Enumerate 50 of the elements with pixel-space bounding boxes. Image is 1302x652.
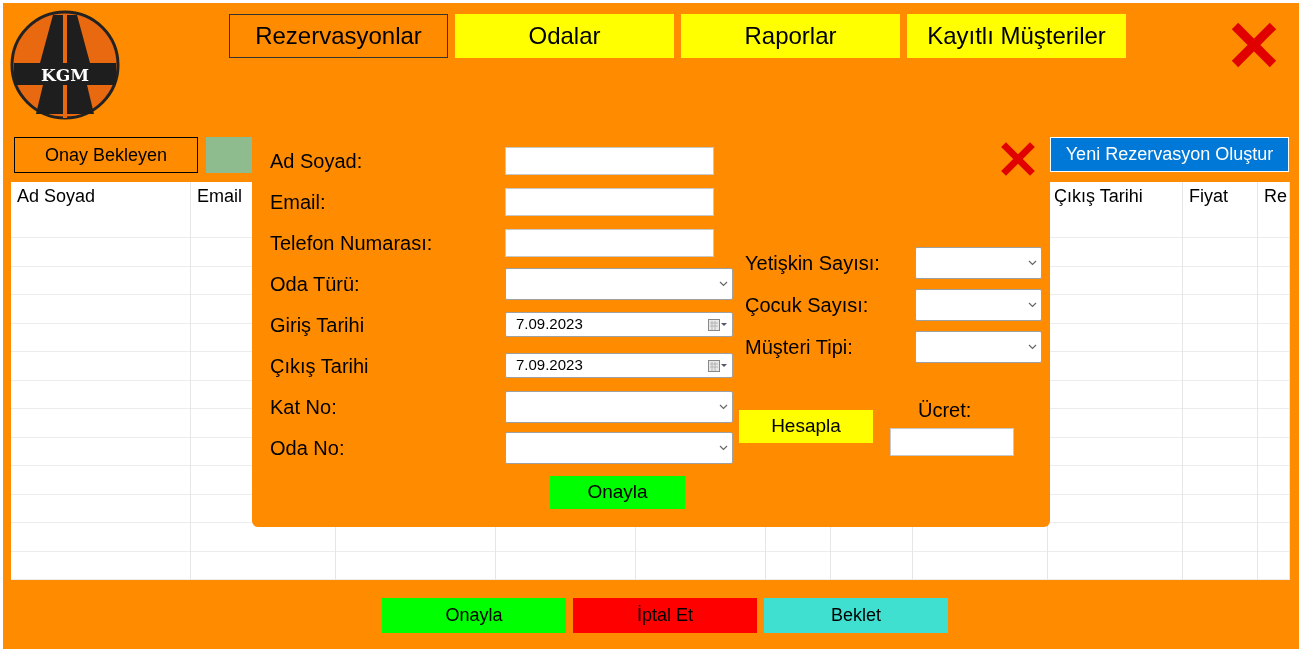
field-label: Email: <box>270 189 327 215</box>
column-header: Fiyat <box>1189 186 1228 206</box>
nav-tab[interactable]: Odalar <box>455 14 674 58</box>
dropdown[interactable] <box>915 331 1042 363</box>
field-label: Giriş Tarihi <box>270 312 366 338</box>
text-field[interactable] <box>505 146 714 175</box>
nav-tab[interactable]: Raporlar <box>681 14 900 58</box>
nav-tab[interactable]: Kayıtlı Müşteriler <box>907 14 1126 58</box>
confirm-button[interactable]: Onayla <box>550 476 685 509</box>
field-label: Çıkış Tarihi <box>270 353 370 379</box>
logo: KGM <box>10 10 120 120</box>
new-reservation-button[interactable]: Yeni Rezervasyon Oluştur <box>1050 137 1289 172</box>
text-field[interactable] <box>505 228 714 257</box>
calculate-button[interactable]: Hesapla <box>739 410 873 443</box>
field-label: Yetişkin Sayısı: <box>745 251 881 276</box>
dropdown[interactable] <box>915 289 1042 321</box>
field-label: Çocuk Sayısı: <box>745 293 870 318</box>
dropdown[interactable] <box>505 267 733 300</box>
calendar-icon <box>708 318 728 331</box>
dropdown[interactable] <box>505 431 733 464</box>
field-label: Müşteri Tipi: <box>745 335 854 360</box>
calendar-icon <box>708 359 728 372</box>
action-button[interactable]: Beklet <box>764 598 948 633</box>
text-field[interactable] <box>505 187 714 216</box>
field-label: Telefon Numarası: <box>270 230 434 256</box>
field-label: Oda Türü: <box>270 271 361 297</box>
price-label: Ücret: <box>918 398 973 423</box>
date-picker[interactable]: 7.09.2023 <box>505 312 733 337</box>
chevron-down-icon <box>1028 302 1037 308</box>
chevron-down-icon <box>719 444 728 451</box>
action-button[interactable]: İptal Et <box>573 598 757 633</box>
chevron-down-icon <box>1028 260 1037 266</box>
column-header: Email <box>197 186 242 206</box>
chevron-down-icon <box>719 403 728 410</box>
chevron-down-icon <box>719 280 728 287</box>
action-button[interactable]: Onayla <box>382 598 566 633</box>
field-label: Kat No: <box>270 394 338 420</box>
filter-button[interactable]: Onay Bekleyen <box>14 137 198 173</box>
column-header: Ad Soyad <box>17 186 96 206</box>
column-header: Re <box>1264 186 1287 206</box>
price-field[interactable] <box>890 428 1014 456</box>
nav-tab[interactable]: Rezervasyonlar <box>229 14 448 58</box>
date-picker[interactable]: 7.09.2023 <box>505 353 733 378</box>
field-label: Oda No: <box>270 435 346 461</box>
close-icon[interactable] <box>1229 20 1279 70</box>
chevron-down-icon <box>1028 344 1037 350</box>
dropdown[interactable] <box>915 247 1042 279</box>
dropdown[interactable] <box>505 390 733 423</box>
field-label: Ad Soyad: <box>270 148 364 174</box>
column-header: Çıkış Tarihi <box>1054 186 1143 206</box>
